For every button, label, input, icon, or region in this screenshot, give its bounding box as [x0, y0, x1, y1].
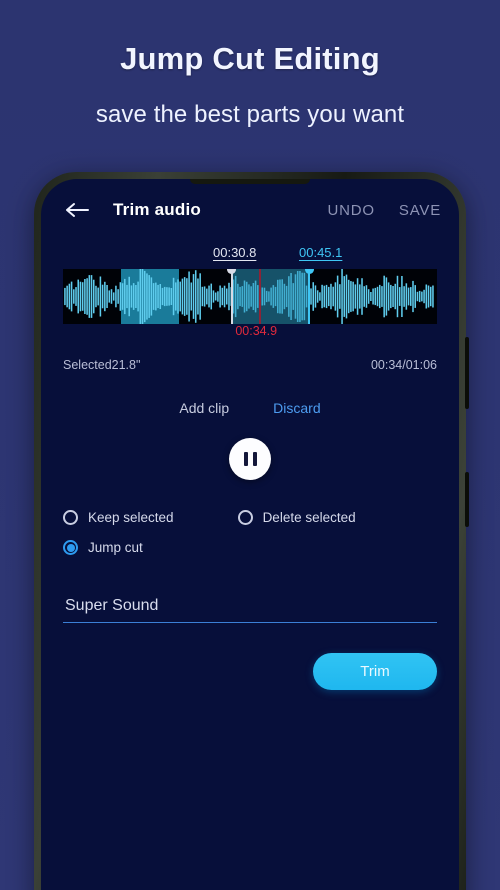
waveform-editor: 00:30.8 00:45.1 00:34.9 — [41, 245, 459, 344]
clip-meta-row: Selected21.8" 00:34/01:06 — [41, 358, 459, 372]
pause-icon[interactable] — [229, 438, 271, 480]
radio-label-delete-selected: Delete selected — [262, 510, 356, 525]
output-name-input[interactable] — [63, 597, 437, 623]
pause-bar-right — [252, 452, 257, 466]
radio-dot-jump-cut — [66, 543, 75, 552]
pause-bar-left — [243, 452, 248, 466]
playhead-time-label: 00:34.9 — [235, 324, 278, 338]
arrow-left-icon[interactable] — [63, 199, 89, 221]
save-button[interactable]: SAVE — [399, 202, 441, 219]
promo-title: Jump Cut Editing — [120, 41, 380, 76]
add-clip-button[interactable]: Add clip — [179, 400, 229, 416]
playhead-line[interactable] — [259, 269, 261, 324]
transport-controls — [41, 438, 459, 480]
selection-start-time[interactable]: 00:30.8 — [213, 245, 256, 260]
phone-earpiece-notch — [190, 179, 310, 184]
selection-start-handle[interactable] — [227, 269, 237, 274]
radio-label-jump-cut: Jump cut — [88, 540, 143, 555]
radio-icon-delete-selected — [237, 510, 253, 525]
radio-jump-cut[interactable]: Jump cut — [63, 540, 143, 555]
clip-action-row: Add clip Discard — [41, 400, 459, 416]
trim-mode-row-1: Keep selected Delete selected — [63, 510, 437, 525]
waveform-time-labels: 00:30.8 00:45.1 — [63, 245, 437, 269]
primary-action-row: Trim — [41, 653, 459, 690]
phone-screen: Trim audio UNDO SAVE 00:30.8 00:45.1 00:… — [41, 179, 459, 890]
output-name-field — [63, 597, 437, 623]
radio-icon-keep-selected — [63, 510, 78, 525]
waveform-selection-region[interactable] — [227, 269, 314, 324]
discard-button[interactable]: Discard — [273, 400, 320, 416]
undo-button[interactable]: UNDO — [328, 202, 375, 219]
app-bar: Trim audio UNDO SAVE — [41, 179, 459, 241]
waveform-canvas[interactable] — [63, 269, 437, 324]
promo-subtitle: save the best parts you want — [95, 101, 405, 129]
trim-button[interactable]: Trim — [313, 653, 437, 690]
radio-keep-selected[interactable]: Keep selected — [63, 510, 174, 525]
trim-mode-options: Keep selected Delete selected Jump cut — [41, 510, 459, 555]
phone-power-button — [465, 472, 469, 527]
phone-volume-button — [465, 337, 469, 409]
selected-duration-label: Selected21.8" — [63, 358, 141, 372]
radio-icon-jump-cut — [63, 540, 78, 555]
selection-end-time[interactable]: 00:45.1 — [299, 245, 342, 260]
radio-delete-selected[interactable]: Delete selected — [237, 510, 356, 525]
page-title: Trim audio — [113, 200, 201, 219]
phone-mockup-frame: Trim audio UNDO SAVE 00:30.8 00:45.1 00:… — [34, 172, 469, 890]
promo-header: Jump Cut Editing save the best parts you… — [0, 0, 500, 129]
radio-label-keep-selected: Keep selected — [88, 510, 174, 525]
playback-position-label: 00:34/01:06 — [370, 358, 437, 372]
trim-mode-row-2: Jump cut — [63, 540, 437, 555]
